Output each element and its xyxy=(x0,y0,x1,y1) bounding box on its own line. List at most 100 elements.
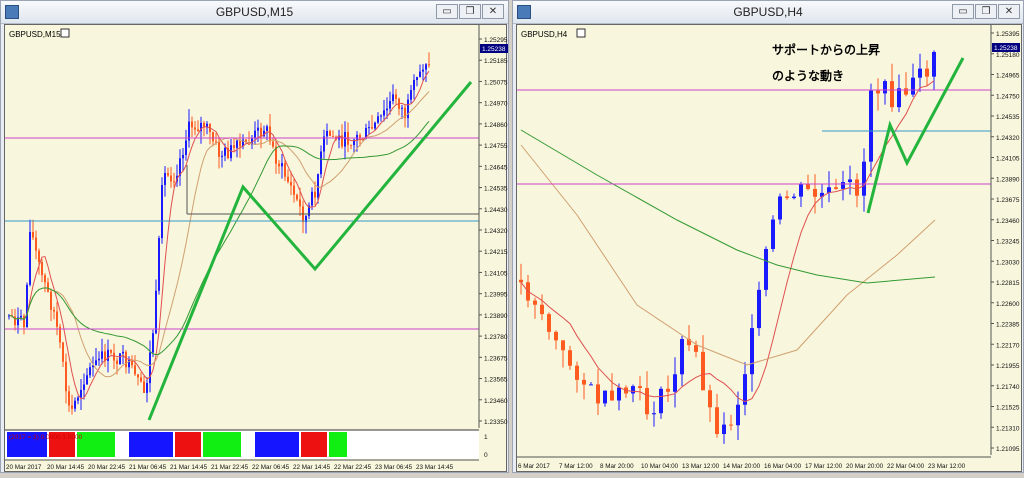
bull-candle xyxy=(89,367,91,376)
bull-candle xyxy=(680,339,684,375)
bull-candle xyxy=(101,351,103,359)
bear-candle xyxy=(110,349,112,353)
bear-candle xyxy=(278,163,280,167)
time-tick-label: 20 Mar 22:45 xyxy=(88,464,126,471)
price-tick-label: 1.24755 xyxy=(484,143,508,150)
price-tick-label: 1.24105 xyxy=(484,270,508,277)
bull-candle xyxy=(673,374,677,392)
time-tick-label: 13 Mar 12:00 xyxy=(682,463,720,470)
bear-candle xyxy=(554,331,558,341)
time-tick-label: 22 Mar 14:45 xyxy=(293,464,331,471)
minimize-button[interactable]: ▭ xyxy=(952,4,974,19)
bear-candle xyxy=(395,94,397,99)
bull-candle xyxy=(392,94,394,102)
left-chart-canvas[interactable]: GBPUSD,M15 1.252951.251851.250751.249701… xyxy=(5,25,508,473)
price-tick-label: 1.23565 xyxy=(484,377,508,384)
bear-candle xyxy=(272,141,274,147)
left-window-title: GBPUSD,M15 xyxy=(215,5,294,19)
right-chart-window[interactable]: GBPUSD,H4 ▭ ❐ ✕ GBPUSD,H4 サポートからの上昇 のような… xyxy=(512,0,1024,473)
time-tick-label: 20 Mar 14:45 xyxy=(47,464,85,471)
one-click-trading-icon[interactable] xyxy=(60,28,70,38)
minimize-button[interactable]: ▭ xyxy=(436,4,458,19)
right-title-bar[interactable]: GBPUSD,H4 ▭ ❐ ✕ xyxy=(513,1,1023,24)
left-trend-drawing xyxy=(147,81,473,421)
bull-candle xyxy=(792,196,796,199)
bull-candle xyxy=(74,400,76,409)
bull-candle xyxy=(236,140,238,148)
close-button[interactable]: ✕ xyxy=(998,4,1020,19)
bear-candle xyxy=(561,340,565,351)
bear-candle xyxy=(71,405,73,409)
bear-candle xyxy=(239,140,241,147)
right-symbol-label: GBPUSD,H4 xyxy=(521,30,568,39)
price-tick-label: 1.24645 xyxy=(484,164,508,171)
close-button[interactable]: ✕ xyxy=(482,4,504,19)
restore-button[interactable]: ❐ xyxy=(975,4,997,19)
price-tick-label: 1.21955 xyxy=(996,363,1020,370)
left-chart-plot[interactable]: GBPUSD,M15 1.25295 1.25185 1.25075 1.24970 1… xyxy=(4,24,508,473)
price-tick-label: 1.24320 xyxy=(996,135,1020,142)
time-tick-label: 21 Mar 14:45 xyxy=(170,464,208,471)
bear-candle xyxy=(568,350,572,366)
bear-candle xyxy=(143,381,145,393)
right-chart-canvas[interactable]: GBPUSD,H4 サポートからの上昇 のような動き 1.25395 1.2518… xyxy=(517,25,1023,473)
bear-candle xyxy=(547,314,551,332)
bull-candle xyxy=(380,115,382,117)
price-tick-label: 1.21740 xyxy=(996,384,1020,391)
bull-candle xyxy=(416,77,418,81)
bear-candle xyxy=(137,374,139,378)
bear-candle xyxy=(729,424,733,426)
bear-candle xyxy=(876,90,880,94)
left-chart-window[interactable]: GBPUSD,M15 ▭ ❐ ✕ GBPUSD,M15 1.25295 1.251… xyxy=(0,0,509,473)
bull-candle xyxy=(20,315,22,318)
bull-candle xyxy=(311,191,313,206)
bear-candle xyxy=(53,309,55,312)
price-tick-label: 1.21095 xyxy=(996,446,1020,453)
bear-candle xyxy=(194,127,196,130)
bull-candle xyxy=(918,68,922,78)
right-chart-plot[interactable]: GBPUSD,H4 サポートからの上昇 のような動き 1.25395 1.2518… xyxy=(516,24,1022,472)
bull-candle xyxy=(617,387,621,401)
bear-candle xyxy=(56,311,58,327)
bear-candle xyxy=(287,176,289,182)
one-click-trading-icon[interactable] xyxy=(576,28,586,38)
bull-candle xyxy=(323,136,325,152)
bear-candle xyxy=(125,351,127,368)
restore-button[interactable]: ❐ xyxy=(459,4,481,19)
bear-candle xyxy=(314,191,316,198)
bear-candle xyxy=(260,127,262,137)
price-tick-label: 1.25185 xyxy=(484,58,508,65)
time-tick-label: 17 Mar 12:00 xyxy=(805,463,843,470)
bear-candle xyxy=(708,390,712,408)
bear-candle xyxy=(47,282,49,292)
price-tick-label: 1.22600 xyxy=(996,301,1020,308)
indicator-bar xyxy=(117,432,127,457)
left-title-bar[interactable]: GBPUSD,M15 ▭ ❐ ✕ xyxy=(1,1,508,24)
bull-candle xyxy=(158,238,160,291)
bull-candle xyxy=(413,80,415,91)
time-tick-label: 23 Mar 12:00 xyxy=(928,463,966,470)
bull-candle xyxy=(377,116,379,123)
bear-candle xyxy=(35,237,37,251)
bear-candle xyxy=(299,199,301,207)
time-tick-label: 6 Mar 2017 xyxy=(518,463,550,470)
bull-candle xyxy=(224,147,226,156)
bull-candle xyxy=(107,349,109,361)
indicator-axis-label: 0 xyxy=(484,452,488,459)
price-tick-label: 1.23675 xyxy=(996,197,1020,204)
bull-candle xyxy=(425,64,427,70)
bull-candle xyxy=(757,289,761,329)
bull-candle xyxy=(764,248,768,290)
price-tick-label: 1.25395 xyxy=(996,31,1020,38)
bull-candle xyxy=(743,374,747,405)
bear-candle xyxy=(269,126,271,142)
bull-candle xyxy=(778,196,782,220)
bull-candle xyxy=(95,360,97,366)
time-tick-label: 8 Mar 20:00 xyxy=(600,463,634,470)
price-tick-label: 1.24965 xyxy=(996,73,1020,80)
left-time-axis: 20 Mar 2017 20 Mar 14:45 20 Mar 22:45 21 Ma… xyxy=(5,459,479,471)
left-price-axis: 1.25295 1.25185 1.25075 1.24970 1.24860 1.247… xyxy=(478,25,508,428)
bear-candle xyxy=(290,181,292,186)
time-tick-label: 21 Mar 06:45 xyxy=(129,464,167,471)
bear-candle xyxy=(428,64,430,66)
